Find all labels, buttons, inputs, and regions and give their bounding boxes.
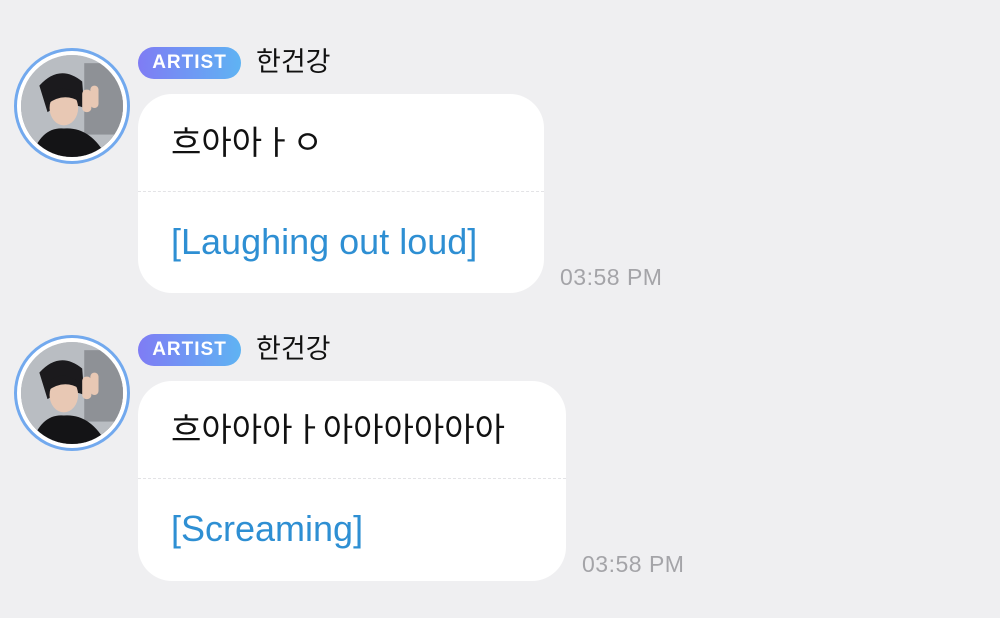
translation-divider <box>138 478 566 479</box>
message-translation: [Screaming] <box>171 508 364 549</box>
artist-avatar[interactable] <box>14 48 130 164</box>
avatar-photo <box>21 342 123 444</box>
message-text: 흐아아ㅏㅇ <box>171 123 323 162</box>
message-text: 흐아아아ㅏ아아아아아아 <box>171 410 505 449</box>
message-translation: [Laughing out loud] <box>171 221 478 262</box>
artist-avatar[interactable] <box>14 335 130 451</box>
sender-name: 한건강 <box>256 334 331 365</box>
message-timestamp: 03:58 PM <box>560 264 663 290</box>
message-timestamp: 03:58 PM <box>582 551 685 577</box>
avatar-photo-icon <box>21 342 123 444</box>
message-bubble[interactable]: 흐아아ㅏㅇ [Laughing out loud] <box>138 94 544 293</box>
translation-divider <box>138 191 544 192</box>
message-bubble[interactable]: 흐아아아ㅏ아아아아아아 [Screaming] <box>138 381 566 581</box>
sender-name: 한건강 <box>256 47 331 78</box>
artist-badge: ARTIST <box>138 47 241 79</box>
artist-badge: ARTIST <box>138 334 241 366</box>
avatar-photo <box>21 55 123 157</box>
avatar-photo-icon <box>21 55 123 157</box>
